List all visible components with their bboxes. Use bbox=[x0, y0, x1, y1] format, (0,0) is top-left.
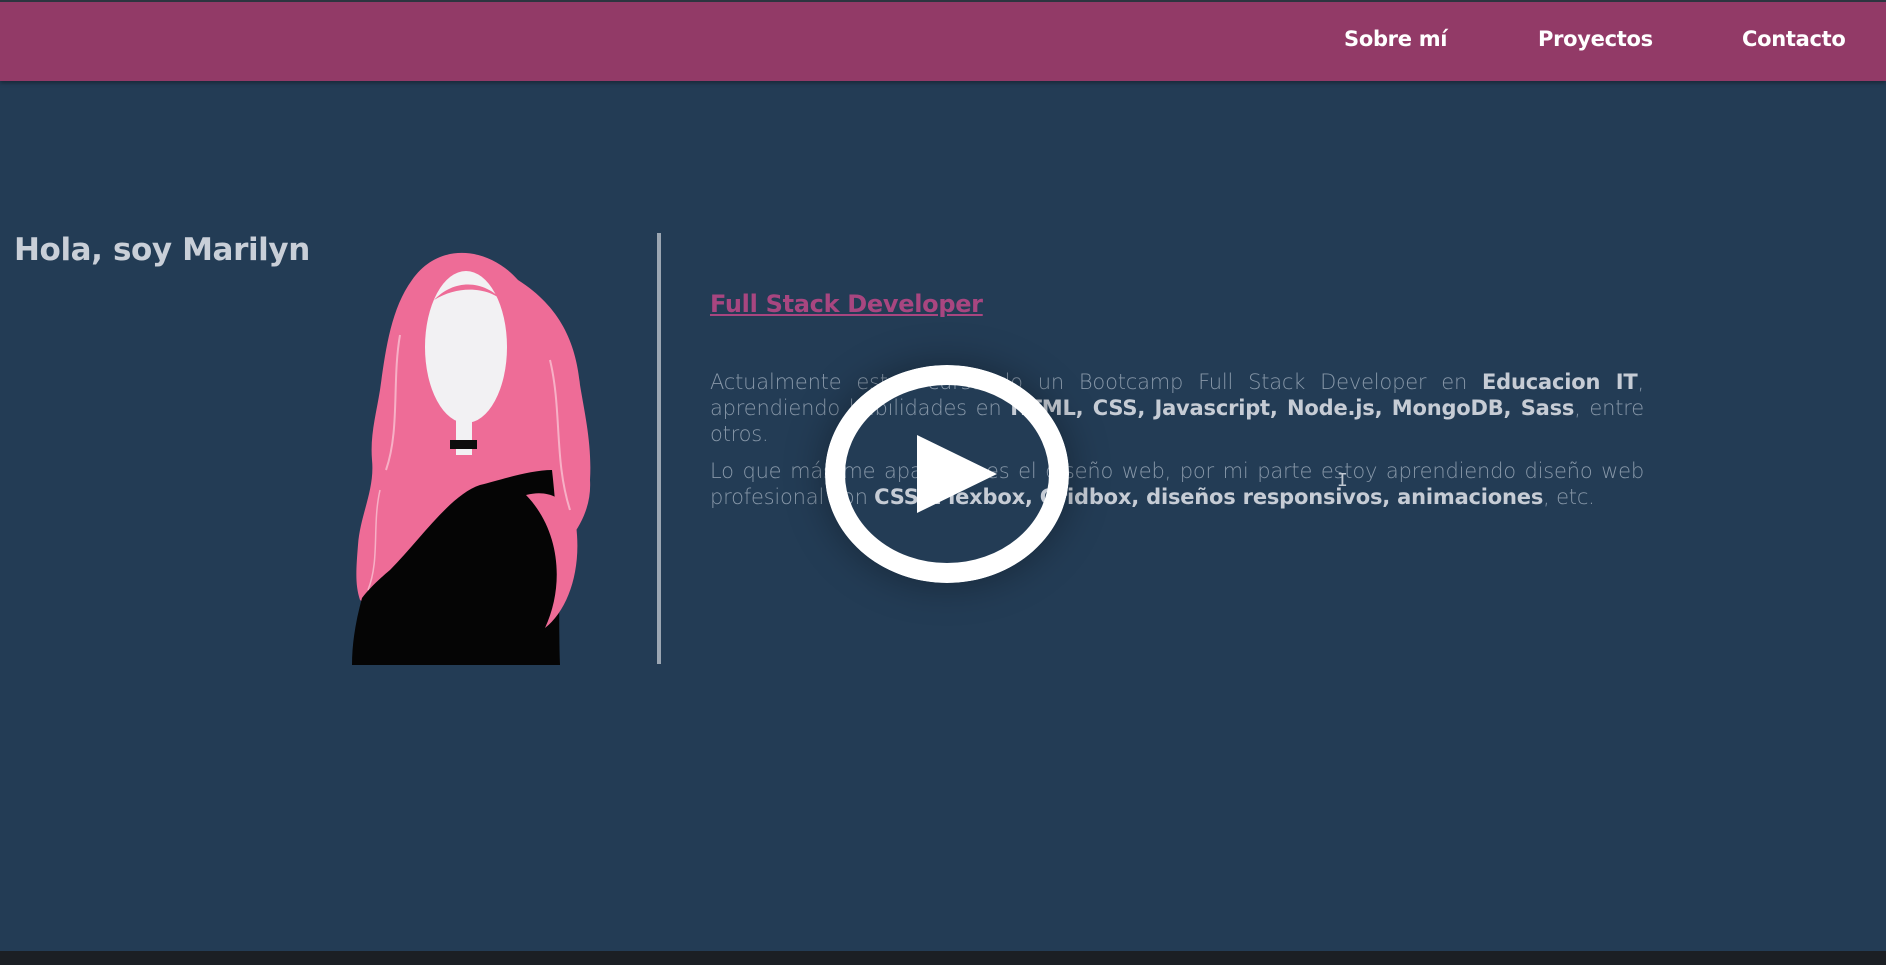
text-run: Actualmente estoy cursando un Bootcamp F… bbox=[710, 370, 1483, 394]
text-cursor-icon: I bbox=[1337, 470, 1348, 491]
vertical-divider bbox=[657, 233, 661, 664]
top-nav-bar: Sobre mí Proyectos Contacto bbox=[0, 0, 1886, 81]
woman-illustration-icon bbox=[352, 252, 591, 665]
bold-run: Educacion IT bbox=[1482, 370, 1638, 394]
nav-link-proyectos[interactable]: Proyectos bbox=[1538, 27, 1653, 51]
play-icon[interactable] bbox=[825, 365, 1069, 583]
role-title-link[interactable]: Full Stack Developer bbox=[710, 290, 983, 318]
bottom-bar bbox=[0, 951, 1886, 965]
nav-link-contacto[interactable]: Contacto bbox=[1742, 27, 1846, 51]
text-run: , etc. bbox=[1543, 485, 1595, 509]
nav-link-sobre-mi[interactable]: Sobre mí bbox=[1344, 27, 1447, 51]
bold-run: HTML, CSS, Javascript, Node.js, MongoDB,… bbox=[1010, 396, 1575, 420]
greeting-heading: Hola, soy Marilyn bbox=[14, 232, 310, 268]
